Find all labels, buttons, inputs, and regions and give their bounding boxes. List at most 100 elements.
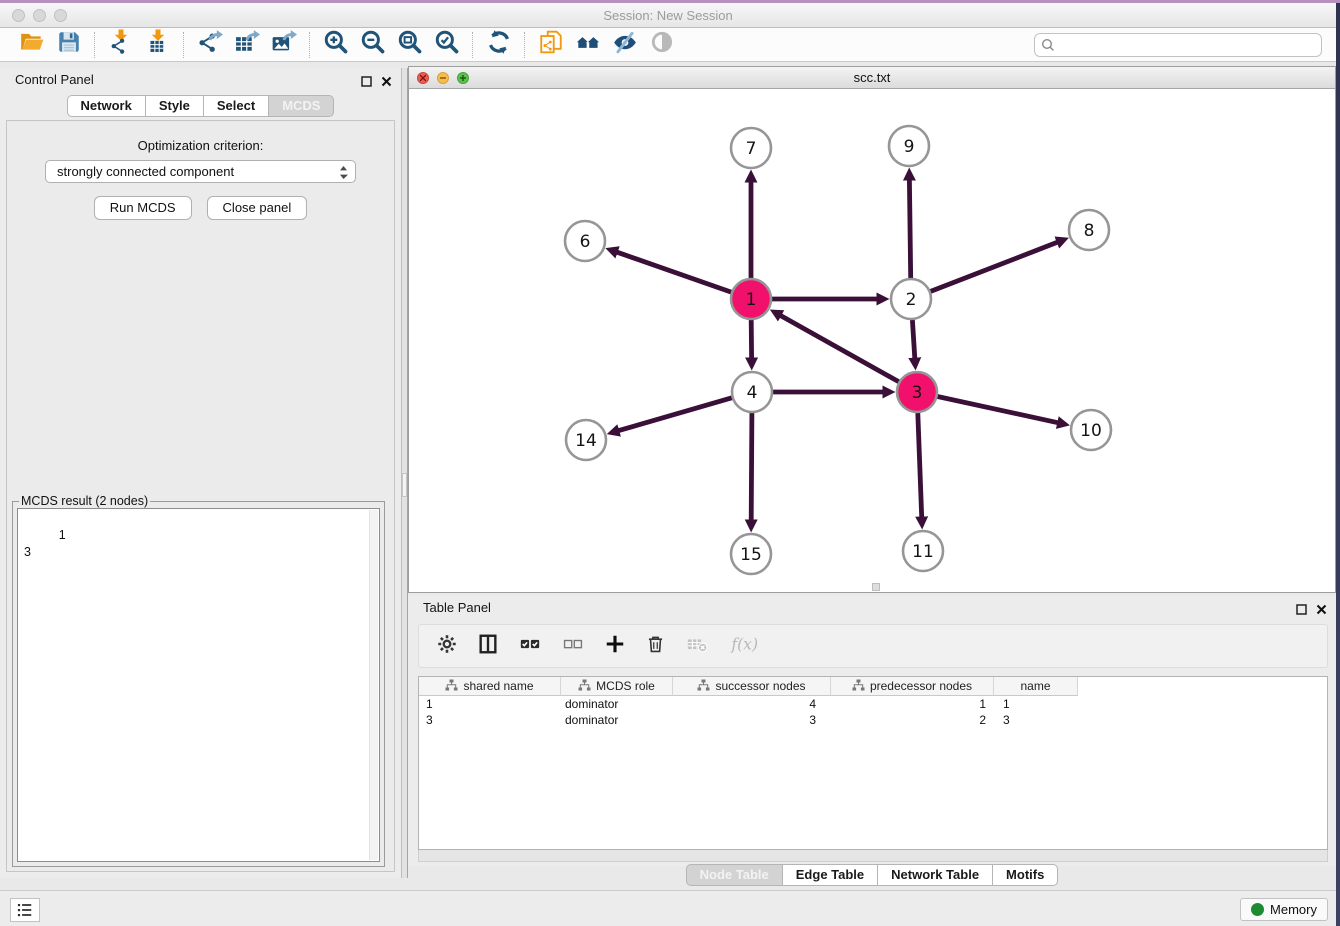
criterion-select[interactable]: strongly connected component	[45, 160, 356, 183]
cell-mcds-role[interactable]: dominator	[561, 713, 673, 727]
svg-text:f(x): f(x)	[730, 635, 758, 653]
cell-mcds-role[interactable]: dominator	[561, 697, 673, 711]
cell-name[interactable]: 3	[994, 713, 1078, 727]
graph[interactable]: 7968124314101511	[409, 90, 1335, 592]
canvas-splitter-handle[interactable]	[872, 583, 880, 591]
column-header-predecessor-nodes[interactable]: predecessor nodes	[831, 677, 994, 696]
function-builder-disabled-button: f(x)	[728, 633, 764, 660]
tab-mcds[interactable]: MCDS	[268, 95, 334, 117]
cell-shared-name[interactable]: 3	[419, 713, 561, 727]
edge-2-8[interactable]	[931, 242, 1058, 291]
copy-network-button[interactable]	[536, 30, 565, 59]
edge-2-9[interactable]	[909, 180, 910, 278]
memory-button[interactable]: Memory	[1240, 898, 1328, 921]
import-table-button[interactable]	[143, 30, 172, 59]
column-label: successor nodes	[715, 679, 805, 693]
network-minimize-button[interactable]	[437, 72, 449, 84]
edge-4-14[interactable]	[619, 398, 732, 431]
import-network-button[interactable]	[106, 30, 135, 59]
hierarchy-icon	[578, 679, 591, 694]
search-box	[1034, 33, 1322, 57]
refresh-button[interactable]	[484, 30, 513, 59]
zoom-fit-button[interactable]	[395, 30, 424, 59]
cell-successor-nodes[interactable]: 4	[673, 697, 831, 711]
node-label-11: 11	[912, 542, 934, 562]
settings-button[interactable]	[436, 633, 458, 660]
export-network-icon	[197, 29, 223, 60]
edge-3-11[interactable]	[918, 413, 922, 517]
close-panel-button[interactable]: Close panel	[207, 196, 308, 220]
edge-3-10[interactable]	[938, 397, 1058, 423]
column-label: MCDS role	[596, 679, 655, 693]
column-header-mcds-role[interactable]: MCDS role	[561, 677, 673, 696]
copy-network-icon	[538, 29, 564, 60]
result-scrollbar[interactable]	[369, 510, 378, 860]
select-all-button[interactable]	[518, 633, 542, 660]
zoom-selected-button[interactable]	[432, 30, 461, 59]
nested-networks-button[interactable]	[573, 30, 602, 59]
float-table-panel-icon[interactable]	[1296, 602, 1307, 620]
node-label-6: 6	[580, 232, 591, 252]
export-image-button[interactable]	[269, 30, 298, 59]
table-panel-title: Table Panel	[423, 600, 491, 615]
tab-network[interactable]: Network	[67, 95, 146, 117]
save-session-button[interactable]	[54, 30, 83, 59]
splitter-handle[interactable]	[402, 473, 407, 497]
zoom-in-button[interactable]	[321, 30, 350, 59]
cell-predecessor-nodes[interactable]: 2	[831, 713, 994, 727]
zoom-out-button[interactable]	[358, 30, 387, 59]
column-header-shared-name[interactable]: shared name	[419, 677, 561, 696]
tab-node-table[interactable]: Node Table	[686, 864, 783, 886]
export-table-button[interactable]	[232, 30, 261, 59]
edge-2-3[interactable]	[912, 320, 914, 358]
column-header-name[interactable]: name	[994, 677, 1078, 696]
search-input[interactable]	[1034, 33, 1322, 57]
cell-shared-name[interactable]: 1	[419, 697, 561, 711]
cell-name[interactable]: 1	[994, 697, 1078, 711]
deselect-all-button[interactable]	[561, 633, 585, 660]
node-label-1: 1	[746, 290, 757, 310]
run-mcds-button[interactable]: Run MCDS	[94, 196, 192, 220]
network-window-titlebar[interactable]: scc.txt	[409, 67, 1335, 89]
hide-selected-button[interactable]	[610, 30, 639, 59]
task-history-button[interactable]	[10, 898, 40, 922]
edge-3-1[interactable]	[781, 316, 899, 382]
add-row-button[interactable]	[604, 633, 626, 660]
close-panel-icon[interactable]	[381, 74, 392, 92]
cell-successor-nodes[interactable]: 3	[673, 713, 831, 727]
open-session-button[interactable]	[17, 30, 46, 59]
columns-button[interactable]	[477, 633, 499, 660]
network-canvas[interactable]: 7968124314101511	[409, 90, 1335, 592]
tab-network-table[interactable]: Network Table	[877, 864, 993, 886]
tab-style[interactable]: Style	[145, 95, 204, 117]
export-table-icon	[234, 29, 260, 60]
float-panel-icon[interactable]	[361, 74, 372, 92]
columns-icon	[477, 633, 499, 660]
delete-row-button[interactable]	[645, 633, 666, 660]
window-titlebar[interactable]: Session: New Session	[0, 3, 1336, 28]
function-builder-disabled-icon: f(x)	[728, 633, 764, 660]
tab-motifs[interactable]: Motifs	[992, 864, 1058, 886]
edge-4-15[interactable]	[751, 413, 752, 520]
export-network-button[interactable]	[195, 30, 224, 59]
save-session-icon	[56, 29, 82, 60]
show-selected-disabled-icon	[649, 29, 675, 60]
cell-predecessor-nodes[interactable]: 1	[831, 697, 994, 711]
nested-networks-icon	[575, 29, 601, 60]
panel-splitter[interactable]	[401, 68, 408, 878]
edge-1-6[interactable]	[617, 252, 731, 292]
table-row[interactable]: 1dominator411	[419, 696, 1327, 712]
network-close-button[interactable]	[417, 72, 429, 84]
criterion-value: strongly connected component	[57, 164, 234, 179]
column-header-successor-nodes[interactable]: successor nodes	[673, 677, 831, 696]
desktop-edge	[1336, 3, 1340, 926]
tab-select[interactable]: Select	[203, 95, 269, 117]
table-header-row: shared name MCDS role successor nodes prede…	[419, 677, 1327, 696]
close-table-panel-icon[interactable]	[1316, 602, 1327, 620]
table-row[interactable]: 3dominator323	[419, 712, 1327, 728]
node-label-9: 9	[904, 137, 915, 157]
column-label: shared name	[463, 679, 533, 693]
network-maximize-button[interactable]	[457, 72, 469, 84]
hierarchy-icon	[697, 679, 710, 694]
tab-edge-table[interactable]: Edge Table	[782, 864, 878, 886]
